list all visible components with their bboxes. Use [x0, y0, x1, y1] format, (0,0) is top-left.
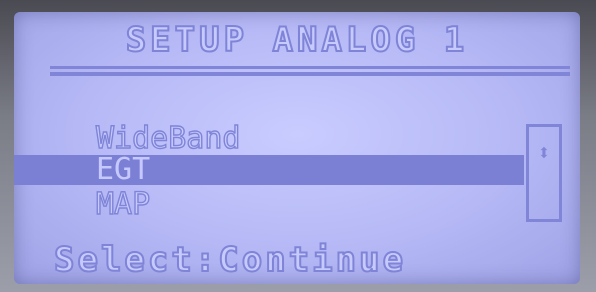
menu-item-egt-selected[interactable]: EGT: [14, 155, 524, 185]
title-divider-top: [50, 66, 570, 69]
title-divider-bottom: [50, 72, 570, 76]
up-down-arrow-icon: ⬍: [537, 141, 551, 166]
footer-hint: Select:Continue: [53, 239, 407, 281]
menu-item-wideband[interactable]: WideBand: [14, 123, 524, 154]
screen-title: SETUP ANALOG 1: [125, 19, 469, 61]
menu-item-map[interactable]: MAP: [14, 189, 524, 220]
scroll-indicator[interactable]: ⬍: [526, 124, 562, 222]
lcd-screen: SETUP ANALOG 1 WideBand EGT MAP ⬍ Select…: [14, 12, 580, 284]
